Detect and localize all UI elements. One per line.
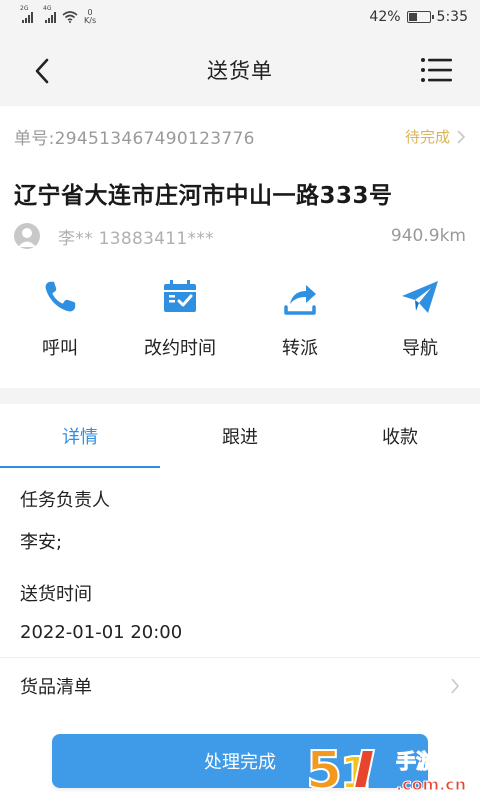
tab-details[interactable]: 详情 xyxy=(0,404,160,468)
goods-list-label: 货品清单 xyxy=(20,677,92,698)
chevron-left-icon[interactable] xyxy=(28,56,58,86)
clock: 5:35 xyxy=(436,9,468,25)
navigate-label: 导航 xyxy=(402,338,438,359)
paper-plane-icon xyxy=(402,281,438,313)
phone-icon xyxy=(45,281,76,312)
call-label: 呼叫 xyxy=(42,338,78,359)
watermark-text-bottom: .com.cn xyxy=(396,775,466,794)
navigate-button[interactable]: 导航 xyxy=(360,276,480,366)
signal-strength-icon: 2G xyxy=(20,5,33,23)
tab-follow-up[interactable]: 跟进 xyxy=(160,404,320,468)
order-status-link[interactable]: 待完成 xyxy=(405,126,466,147)
order-number: 单号:294513467490123776 xyxy=(14,129,255,149)
contact-row: 李** 13883411*** 940.9km xyxy=(14,223,466,249)
goods-list-row[interactable]: 货品清单 xyxy=(0,658,480,714)
order-number-row: 单号:294513467490123776 待完成 xyxy=(14,124,466,149)
tab-bar: 详情 跟进 收款 xyxy=(0,404,480,468)
transfer-label: 转派 xyxy=(282,338,318,359)
battery-icon xyxy=(406,11,434,23)
watermark-text-top: 手游网 xyxy=(396,749,456,773)
distance: 940.9km xyxy=(390,226,466,246)
watermark-logo-digit: 5 xyxy=(306,741,342,798)
signal-type-label: 2G xyxy=(20,5,29,12)
reschedule-button[interactable]: 改约时间 xyxy=(120,276,240,366)
network-speed: 0 K/s xyxy=(84,9,96,25)
battery-percent: 42% xyxy=(369,9,401,25)
network-speed-unit: K/s xyxy=(84,16,97,25)
delivery-time-value: 2022-01-01 20:00 xyxy=(20,622,183,643)
signal-strength-icon: 4G xyxy=(43,5,56,23)
delivery-address: 辽宁省大连市庄河市中山一路333号 xyxy=(14,183,393,209)
share-forward-icon xyxy=(284,285,316,315)
status-bar: 2G 4G 0 K/s 42% 5:35 xyxy=(0,0,480,34)
delivery-time-label: 送货时间 xyxy=(20,584,92,605)
contact-info: 李** 13883411*** xyxy=(58,228,214,249)
transfer-button[interactable]: 转派 xyxy=(240,276,360,366)
owner-label: 任务负责人 xyxy=(20,490,110,511)
action-bar: 呼叫 改约时间 转派 导航 xyxy=(0,276,480,366)
status-right: 42% 5:35 xyxy=(369,9,468,25)
list-menu-icon[interactable] xyxy=(420,54,452,86)
order-card: 单号:294513467490123776 待完成 辽宁省大连市庄河市中山一路3… xyxy=(0,106,480,388)
signal-type-label: 4G xyxy=(43,5,52,12)
status-left: 2G 4G 0 K/s xyxy=(20,5,96,25)
app-header: 送货单 xyxy=(0,34,480,106)
wifi-icon xyxy=(62,11,78,23)
chevron-right-icon xyxy=(457,129,466,144)
page-title: 送货单 xyxy=(207,59,273,83)
call-button[interactable]: 呼叫 xyxy=(0,276,120,366)
battery-fill xyxy=(408,13,417,21)
chevron-right-icon xyxy=(451,678,460,694)
owner-value: 李安; xyxy=(20,532,63,553)
site-watermark-logo: 5 1 手游网 .com.cn xyxy=(305,740,467,798)
tab-payment[interactable]: 收款 xyxy=(320,404,480,468)
calendar-check-icon xyxy=(164,280,196,312)
order-status-label: 待完成 xyxy=(404,128,450,146)
reschedule-label: 改约时间 xyxy=(144,338,216,359)
avatar-icon xyxy=(14,223,40,249)
